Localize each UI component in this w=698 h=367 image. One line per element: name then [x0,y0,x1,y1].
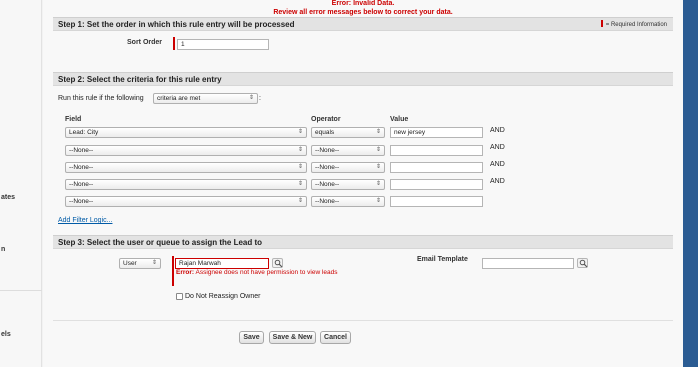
lookup-icon[interactable] [577,258,588,268]
required-indicator [172,256,174,286]
assignee-input[interactable]: Rajan Marwah [175,258,269,269]
rule-entry-form: Error: Invalid Data. Review all error me… [43,0,683,367]
criteria-select-value: criteria are met [157,95,201,102]
column-field: Field [65,116,82,123]
field-select-value: --None-- [69,198,94,205]
operator-select-value: equals [315,129,335,136]
magnifier-lookup-icon [579,259,588,268]
step1-title: Step 1: Set the order in which this rule… [58,20,295,29]
sort-order-label: Sort Order [127,39,163,46]
field-select-value: Lead: City [69,129,99,136]
value-input[interactable] [390,179,483,190]
operator-select[interactable]: --None-- ⇕ [311,162,385,173]
run-rule-suffix: : [259,95,261,102]
operator-select-value: --None-- [315,147,340,154]
and-connector: AND [490,144,505,151]
magnifier-lookup-icon [274,259,283,268]
updown-arrows-icon: ⇕ [297,181,303,187]
updown-arrows-icon: ⇕ [297,198,303,204]
email-template-label: Email Template [417,256,468,263]
button-divider [53,320,673,321]
updown-arrows-icon: ⇕ [297,164,303,170]
step3-title: Step 3: Select the user or queue to assi… [58,238,263,247]
field-select[interactable]: --None-- ⇕ [65,162,307,173]
operator-select-value: --None-- [315,198,340,205]
updown-arrows-icon: ⇕ [248,95,254,101]
sidebar-fragment[interactable]: els [1,331,11,338]
and-connector: AND [490,161,505,168]
updown-arrows-icon: ⇕ [375,198,381,204]
operator-select[interactable]: --None-- ⇕ [311,196,385,207]
column-operator: Operator [311,116,341,123]
and-connector: AND [490,178,505,185]
criteria-select[interactable]: criteria are met ⇕ [153,93,258,104]
required-marker [600,20,603,27]
step1-header: Step 1: Set the order in which this rule… [53,17,673,31]
sidebar-fragment[interactable]: ates [1,194,15,201]
field-select[interactable]: --None-- ⇕ [65,145,307,156]
run-rule-prefix: Run this rule if the following [58,95,144,102]
operator-select-value: --None-- [315,164,340,171]
save-new-button[interactable]: Save & New [269,331,316,344]
value-input[interactable]: new jersey [390,127,483,138]
updown-arrows-icon: ⇕ [297,129,303,135]
assignee-error-label: Error: [176,269,195,276]
sidebar-divider [0,290,42,291]
required-indicator [173,37,175,50]
and-connector: AND [490,127,505,134]
updown-arrows-icon: ⇕ [151,260,157,266]
step2-title: Step 2: Select the criteria for this rul… [58,75,222,84]
field-select-value: --None-- [69,164,94,171]
operator-select[interactable]: --None-- ⇕ [311,145,385,156]
window-edge [683,0,698,367]
sidebar-fragment[interactable]: n [1,246,5,253]
email-template-input[interactable] [482,258,574,269]
do-not-reassign-label: Do Not Reassign Owner [185,293,261,300]
updown-arrows-icon: ⇕ [375,147,381,153]
step2-header: Step 2: Select the criteria for this rul… [53,72,673,86]
left-sidebar: ates n els [0,0,42,367]
cancel-button[interactable]: Cancel [320,331,351,344]
operator-select-value: --None-- [315,181,340,188]
field-select[interactable]: --None-- ⇕ [65,179,307,190]
assignee-type-value: User [123,260,137,267]
error-message: Review all error messages below to corre… [273,9,453,16]
field-select[interactable]: Lead: City ⇕ [65,127,307,138]
sort-order-input[interactable]: 1 [177,39,269,50]
operator-select[interactable]: equals ⇕ [311,127,385,138]
do-not-reassign-checkbox[interactable] [176,293,183,300]
required-legend: = Required Information [600,20,667,28]
save-button[interactable]: Save [239,331,264,344]
add-filter-logic-link[interactable]: Add Filter Logic... [58,217,112,224]
assignee-error-message: Assignee does not have permission to vie… [195,269,338,276]
updown-arrows-icon: ⇕ [375,181,381,187]
value-input[interactable] [390,196,483,207]
assignee-type-select[interactable]: User ⇕ [119,258,161,269]
lookup-icon[interactable] [272,258,283,268]
required-note: = Required Information [605,22,667,28]
updown-arrows-icon: ⇕ [375,129,381,135]
value-input[interactable] [390,145,483,156]
error-title: Error: Invalid Data. [331,0,395,7]
field-select-value: --None-- [69,181,94,188]
updown-arrows-icon: ⇕ [297,147,303,153]
step3-header: Step 3: Select the user or queue to assi… [53,235,673,249]
assignee-error: Error: Assignee does not have permission… [176,269,346,277]
updown-arrows-icon: ⇕ [375,164,381,170]
field-select[interactable]: --None-- ⇕ [65,196,307,207]
operator-select[interactable]: --None-- ⇕ [311,179,385,190]
column-value: Value [390,116,409,123]
value-input[interactable] [390,162,483,173]
field-select-value: --None-- [69,147,94,154]
